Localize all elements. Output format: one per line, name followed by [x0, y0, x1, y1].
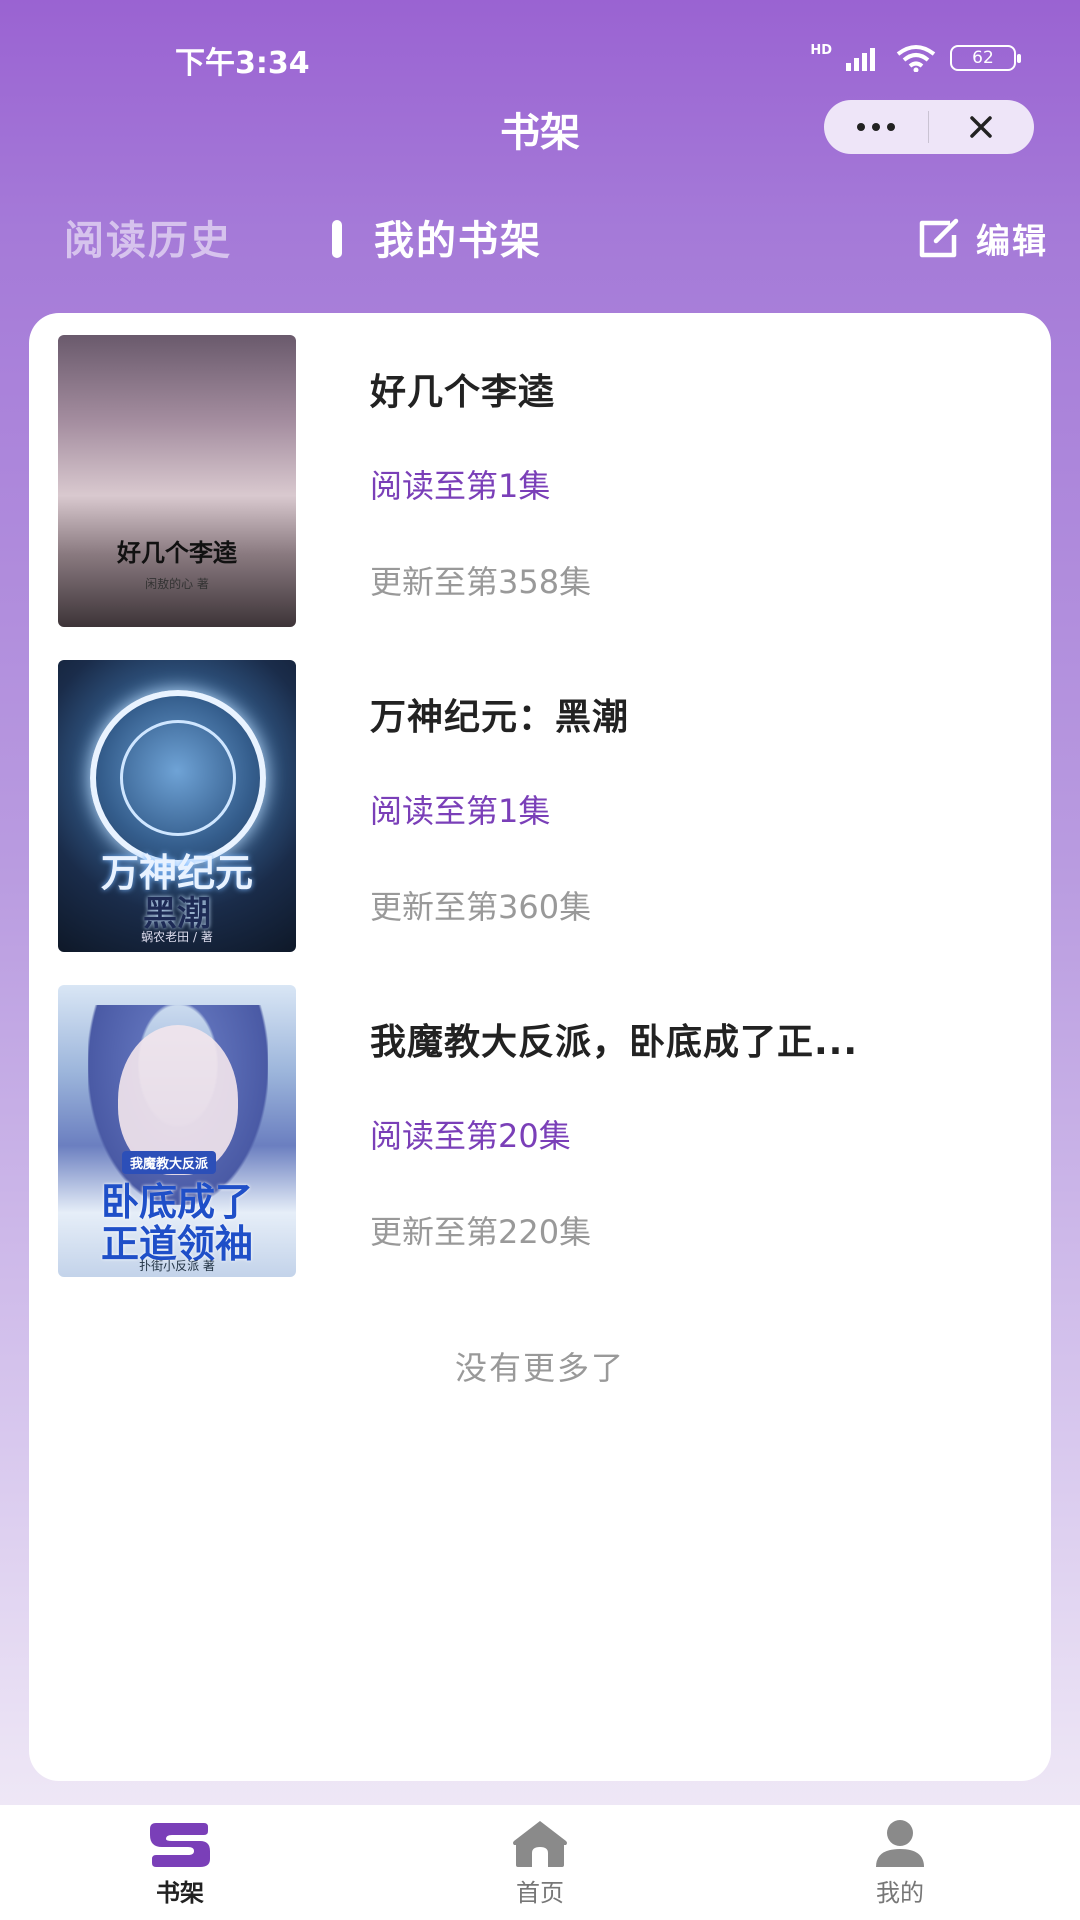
book-cover[interactable]: 好几个李逵 闲敖的心 著	[58, 335, 296, 627]
close-button[interactable]	[929, 100, 1033, 154]
more-button[interactable]	[824, 100, 928, 154]
book-item[interactable]: 好几个李逵 闲敖的心 著 好几个李逵 阅读至第1集 更新至第358集	[58, 335, 1038, 627]
tabbar-item-home[interactable]: 首页	[360, 1805, 720, 1920]
status-icons: HD 62	[810, 42, 1021, 72]
tabbar-item-mine[interactable]: 我的	[720, 1805, 1080, 1920]
cover-author: 扑街小反派 著	[139, 1259, 215, 1273]
book-title: 万神纪元：黑潮	[370, 697, 630, 738]
book-cover[interactable]: 我魔教大反派 卧底成了 正道领袖 扑街小反派 著	[58, 985, 296, 1277]
book-read-progress: 阅读至第20集	[370, 1117, 571, 1155]
book-read-progress: 阅读至第1集	[370, 467, 551, 505]
battery-icon: 62	[950, 45, 1021, 71]
tab-my-shelf[interactable]: 我的书架	[374, 208, 542, 266]
edit-button[interactable]: 编辑	[916, 214, 1048, 263]
signal-icon	[846, 48, 875, 71]
more-dot-icon	[887, 123, 895, 131]
book-cover[interactable]: 万神纪元 黑潮 蜗农老田 / 著	[58, 660, 296, 952]
book-title: 好几个李逵	[370, 372, 556, 413]
bookshelf-list: 好几个李逵 闲敖的心 著 好几个李逵 阅读至第1集 更新至第358集 万神纪元 …	[29, 313, 1051, 1781]
status-bar: 下午3:34 HD 62	[0, 0, 1080, 110]
no-more-text: 没有更多了	[454, 1349, 625, 1387]
bookshelf-icon	[150, 1823, 210, 1867]
status-time: 下午3:34	[175, 46, 310, 81]
tabbar-label: 书架	[156, 1879, 204, 1907]
network-label: HD	[810, 42, 832, 58]
tabbar-label: 我的	[876, 1879, 924, 1907]
tabbar-label: 首页	[516, 1879, 564, 1907]
more-dot-icon	[872, 123, 880, 131]
book-update-status: 更新至第360集	[370, 888, 592, 926]
cover-author: 蜗农老田 / 著	[141, 930, 213, 944]
shelf-tabs: 阅读历史 我的书架 编辑	[0, 208, 1080, 268]
cover-author: 闲敖的心 著	[145, 577, 209, 591]
wifi-icon	[896, 45, 936, 72]
bottom-tab-bar: 书架 首页 我的	[0, 1805, 1080, 1920]
book-update-status: 更新至第358集	[370, 563, 592, 601]
book-title: 我魔教大反派，卧底成了正...	[370, 1022, 859, 1063]
edit-label: 编辑	[976, 222, 1048, 262]
tabbar-item-bookshelf[interactable]: 书架	[0, 1805, 360, 1920]
edit-icon	[919, 218, 959, 257]
home-icon	[513, 1821, 567, 1867]
tab-reading-history[interactable]: 阅读历史	[64, 208, 232, 266]
mini-program-capsule	[824, 100, 1034, 154]
book-item[interactable]: 我魔教大反派 卧底成了 正道领袖 扑街小反派 著 我魔教大反派，卧底成了正...…	[58, 985, 1038, 1277]
tab-active-indicator	[332, 220, 342, 258]
more-dot-icon	[857, 123, 865, 131]
cover-title: 好几个李逵	[117, 539, 237, 567]
book-read-progress: 阅读至第1集	[370, 792, 551, 830]
book-update-status: 更新至第220集	[370, 1213, 592, 1251]
user-icon	[876, 1820, 924, 1867]
close-icon	[970, 116, 992, 138]
cover-ring	[120, 720, 236, 836]
book-item[interactable]: 万神纪元 黑潮 蜗农老田 / 著 万神纪元：黑潮 阅读至第1集 更新至第360集	[58, 660, 1038, 952]
